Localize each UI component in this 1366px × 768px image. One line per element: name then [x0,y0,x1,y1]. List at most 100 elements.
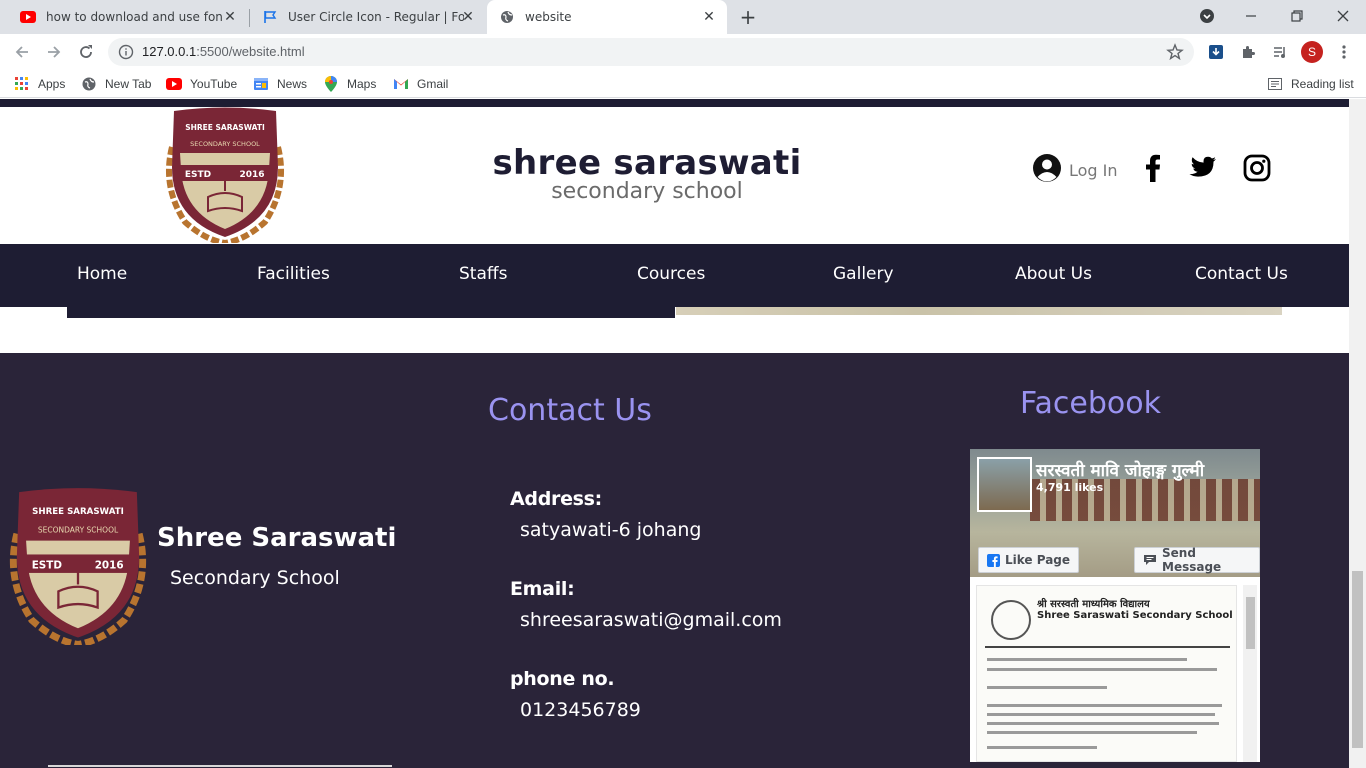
facebook-page-name[interactable]: सरस्वती मावि जोहाङ्ग गुल्मी [1036,458,1204,481]
phone-label: phone no. [510,668,615,690]
instagram-icon[interactable] [1242,153,1272,183]
logo-year: 2016 [95,559,124,571]
nav-about-us[interactable]: About Us [1015,264,1092,284]
nav-facilities[interactable]: Facilities [257,264,330,284]
bookmark-apps[interactable]: Apps [14,76,65,92]
facebook-post-image[interactable]: श्री सरस्वती माध्यमिक विद्यालय Shree Sar… [976,585,1237,762]
letter-line [987,668,1217,671]
bookmark-label: Gmail [417,77,449,91]
site-header: SHREE SARASWATI SECONDARY SCHOOL ESTD 20… [5,107,1349,246]
phone-value: 0123456789 [520,699,641,721]
page-scroll-thumb[interactable] [1352,571,1363,748]
main-navigation: Home Facilities Staffs Cources Gallery A… [0,244,1349,307]
url-text: 127.0.0.1:5500/website.html [142,44,305,59]
close-icon[interactable]: ✕ [460,9,476,25]
letter-line [987,704,1222,707]
profile-avatar[interactable]: S [1301,41,1323,63]
header-top-strip [0,99,1349,107]
tab-title: how to download and use fontawesome [46,10,222,24]
browser-tab-fontawesome[interactable]: User Circle Icon - Regular | Font Awesom… [250,0,486,34]
footer-school-logo: SHREE SARASWATI SECONDARY SCHOOL ESTD 20… [3,487,153,649]
close-icon[interactable]: ✕ [701,9,717,25]
bookmarks-bar: Apps New Tab YouTube News Maps Gmail Rea… [0,70,1366,98]
kebab-menu-icon[interactable] [1334,42,1354,62]
back-arrow-icon[interactable] [10,40,34,64]
flag-icon [262,9,278,25]
like-page-label: Like Page [1005,553,1071,567]
extensions-puzzle-icon[interactable] [1238,42,1258,62]
forward-arrow-icon[interactable] [42,40,66,64]
bookmark-maps[interactable]: Maps [323,76,376,92]
site-footer: SHREE SARASWATI SECONDARY SCHOOL ESTD 20… [0,353,1349,768]
page-scrollbar[interactable] [1349,99,1366,768]
logo-text-line1: SHREE SARASWATI [185,123,265,132]
news-icon [253,76,269,92]
minimize-icon[interactable] [1228,0,1274,32]
logo-text-line2: SECONDARY SCHOOL [38,526,119,535]
like-page-button[interactable]: Like Page [978,547,1080,573]
bookmark-label: Reading list [1291,77,1354,91]
facebook-icon[interactable] [1138,153,1168,183]
content-panel-edge [67,307,675,318]
media-playlist-icon[interactable] [1270,42,1290,62]
bookmark-star-icon[interactable] [1166,43,1184,65]
download-extension-icon[interactable] [1206,42,1226,62]
bookmark-label: New Tab [105,77,152,91]
close-icon[interactable]: ✕ [222,9,238,25]
apps-grid-icon [14,76,30,92]
tab-search-chevron-icon[interactable] [1184,0,1230,32]
new-tab-plus-icon[interactable]: + [737,6,759,28]
bookmark-new-tab[interactable]: New Tab [81,76,151,92]
reload-icon[interactable] [74,40,98,64]
nav-home[interactable]: Home [77,264,127,284]
send-message-button[interactable]: Send Message [1134,546,1260,574]
address-bar[interactable]: 127.0.0.1:5500/website.html [108,38,1194,66]
letter-line [987,722,1219,725]
email-value[interactable]: shreesaraswati@gmail.com [520,609,782,631]
bookmark-news[interactable]: News [253,76,307,92]
user-circle-icon [1032,153,1062,187]
nav-contact-us[interactable]: Contact Us [1195,264,1288,284]
reading-list-button[interactable]: Reading list [1267,76,1354,92]
nav-gallery[interactable]: Gallery [833,264,894,284]
page-bottom-edge [48,765,392,767]
letter-line [987,731,1197,734]
facebook-likes: 4,791 likes [1036,481,1104,494]
content-image-edge [676,307,1282,315]
nav-staffs[interactable]: Staffs [459,264,507,284]
facebook-widget-scrollbar[interactable] [1243,585,1257,762]
bookmark-label: News [277,77,308,91]
maps-pin-icon [323,76,339,92]
letter-line [987,686,1107,689]
nav-cources[interactable]: Cources [637,264,705,284]
letter-rule [985,646,1230,648]
browser-tab-youtube[interactable]: how to download and use fontawesome ✕ [8,0,248,34]
letter-line [987,746,1097,749]
facebook-heading: Facebook [1020,386,1161,421]
reading-list-icon [1267,76,1283,92]
browser-tab-strip: how to download and use fontawesome ✕ Us… [0,0,1366,34]
facebook-page-widget[interactable]: सरस्वती मावि जोहाङ्ग गुल्मी 4,791 likes … [970,449,1260,762]
tab-title: User Circle Icon - Regular | Font Awesom… [288,10,464,24]
info-icon[interactable] [118,44,134,64]
facebook-scroll-thumb[interactable] [1246,597,1255,649]
facebook-cover-photo: सरस्वती मावि जोहाङ्ग गुल्मी 4,791 likes … [970,449,1260,577]
restore-icon[interactable] [1274,0,1320,32]
login-link[interactable]: Log In [1032,153,1118,187]
bookmark-gmail[interactable]: Gmail [393,76,448,92]
post-letterhead-english: Shree Saraswati Secondary School [1037,610,1233,621]
facebook-page-thumbnail[interactable] [977,457,1032,512]
message-icon [1143,554,1157,566]
send-message-label: Send Message [1162,546,1222,574]
bookmark-youtube[interactable]: YouTube [166,76,237,92]
email-label: Email: [510,578,575,600]
address-label: Address: [510,488,602,510]
twitter-icon[interactable] [1188,153,1218,183]
bookmark-label: Apps [38,77,66,91]
browser-toolbar: 127.0.0.1:5500/website.html S [0,34,1366,70]
gmail-icon [393,76,409,92]
browser-tab-website[interactable]: website ✕ [487,0,727,34]
bookmark-label: YouTube [190,77,238,91]
footer-school-name: Shree Saraswati [157,523,397,553]
window-close-icon[interactable] [1320,0,1366,32]
